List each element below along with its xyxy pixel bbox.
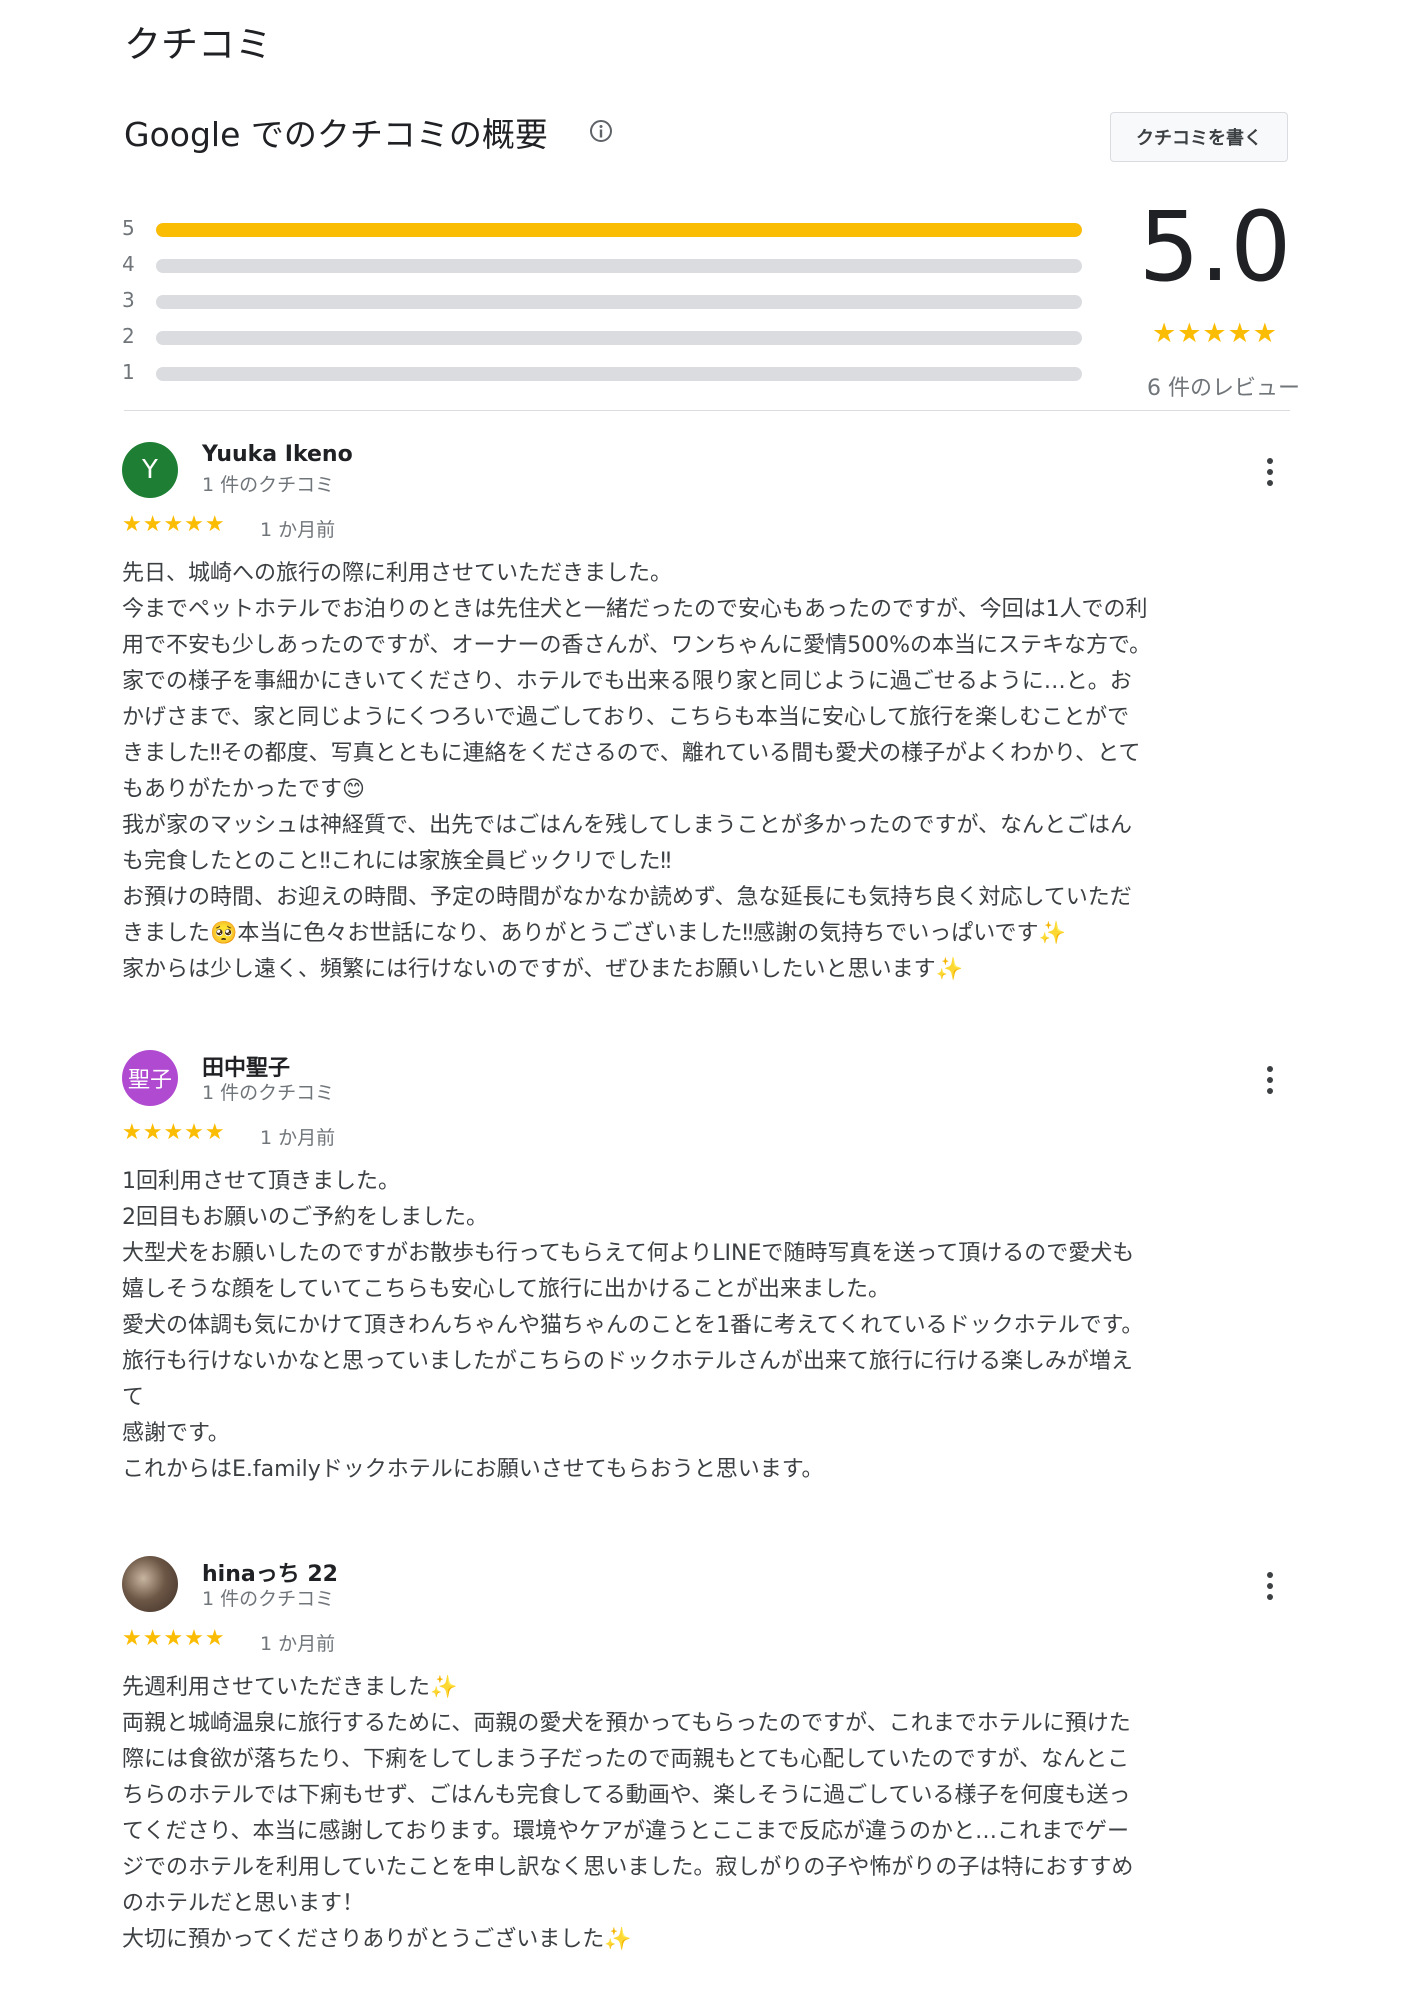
reviewer-review-count: 1 件のクチコミ (202, 474, 335, 496)
rating-label: 1 (122, 360, 135, 384)
more-options-icon[interactable] (1252, 1060, 1288, 1100)
rating-row-3: 3 (122, 286, 1082, 316)
reviewer-review-count: 1 件のクチコミ (202, 1588, 335, 1610)
average-stars: ★★★★★ (1151, 318, 1279, 349)
rating-label: 3 (122, 288, 135, 312)
review-date: 1 か月前 (260, 1127, 336, 1149)
reviewer-review-count: 1 件のクチコミ (202, 1082, 335, 1104)
rating-row-5: 5 (122, 214, 1082, 244)
rating-label: 4 (122, 252, 135, 276)
rating-row-2: 2 (122, 322, 1082, 352)
divider (124, 410, 1290, 411)
rating-bar-track (156, 223, 1082, 237)
review-stars: ★★★★★ (122, 1626, 226, 1651)
write-review-button[interactable]: クチコミを書く (1110, 112, 1288, 162)
reviews-page: クチコミ Google でのクチコミの概要 クチコミを書く 5 4 3 2 1 … (0, 0, 1414, 2000)
rating-bar-track (156, 367, 1082, 381)
review-text: 先週利用させていただきました✨ 両親と城崎温泉に旅行するために、両親の愛犬を預か… (122, 1675, 1134, 1952)
avatar[interactable]: Y (122, 442, 178, 498)
review-text: 1回利用させて頂きました。 2回目もお願いのご予約をしました。 大型犬をお願いし… (122, 1169, 1144, 1482)
rating-bar-track (156, 295, 1082, 309)
avatar-photo[interactable] (122, 1556, 178, 1612)
more-options-icon[interactable] (1252, 452, 1288, 492)
more-options-icon[interactable] (1252, 1566, 1288, 1606)
rating-bar-track (156, 259, 1082, 273)
rating-label: 5 (122, 216, 135, 240)
page-heading: クチコミ (124, 23, 272, 66)
review-stars: ★★★★★ (122, 1120, 226, 1145)
rating-row-1: 1 (122, 358, 1082, 388)
rating-label: 2 (122, 324, 135, 348)
summary-title: Google でのクチコミの概要 (124, 115, 548, 154)
review-count[interactable]: 6 件のレビュー (1100, 370, 1300, 402)
rating-bar-fill (156, 223, 1082, 237)
rating-row-4: 4 (122, 250, 1082, 280)
review-stars: ★★★★★ (122, 512, 226, 537)
average-rating: 5.0 (1138, 191, 1292, 303)
review-date: 1 か月前 (260, 1633, 336, 1655)
review-text: 先日、城崎への旅行の際に利用させていただきました。 今までペットホテルでお泊りの… (122, 561, 1152, 982)
review-date: 1 か月前 (260, 519, 336, 541)
reviewer-name[interactable]: Yuuka Ikeno (202, 442, 353, 467)
info-icon[interactable] (588, 118, 614, 144)
rating-bar-track (156, 331, 1082, 345)
avatar[interactable]: 聖子 (122, 1050, 178, 1106)
